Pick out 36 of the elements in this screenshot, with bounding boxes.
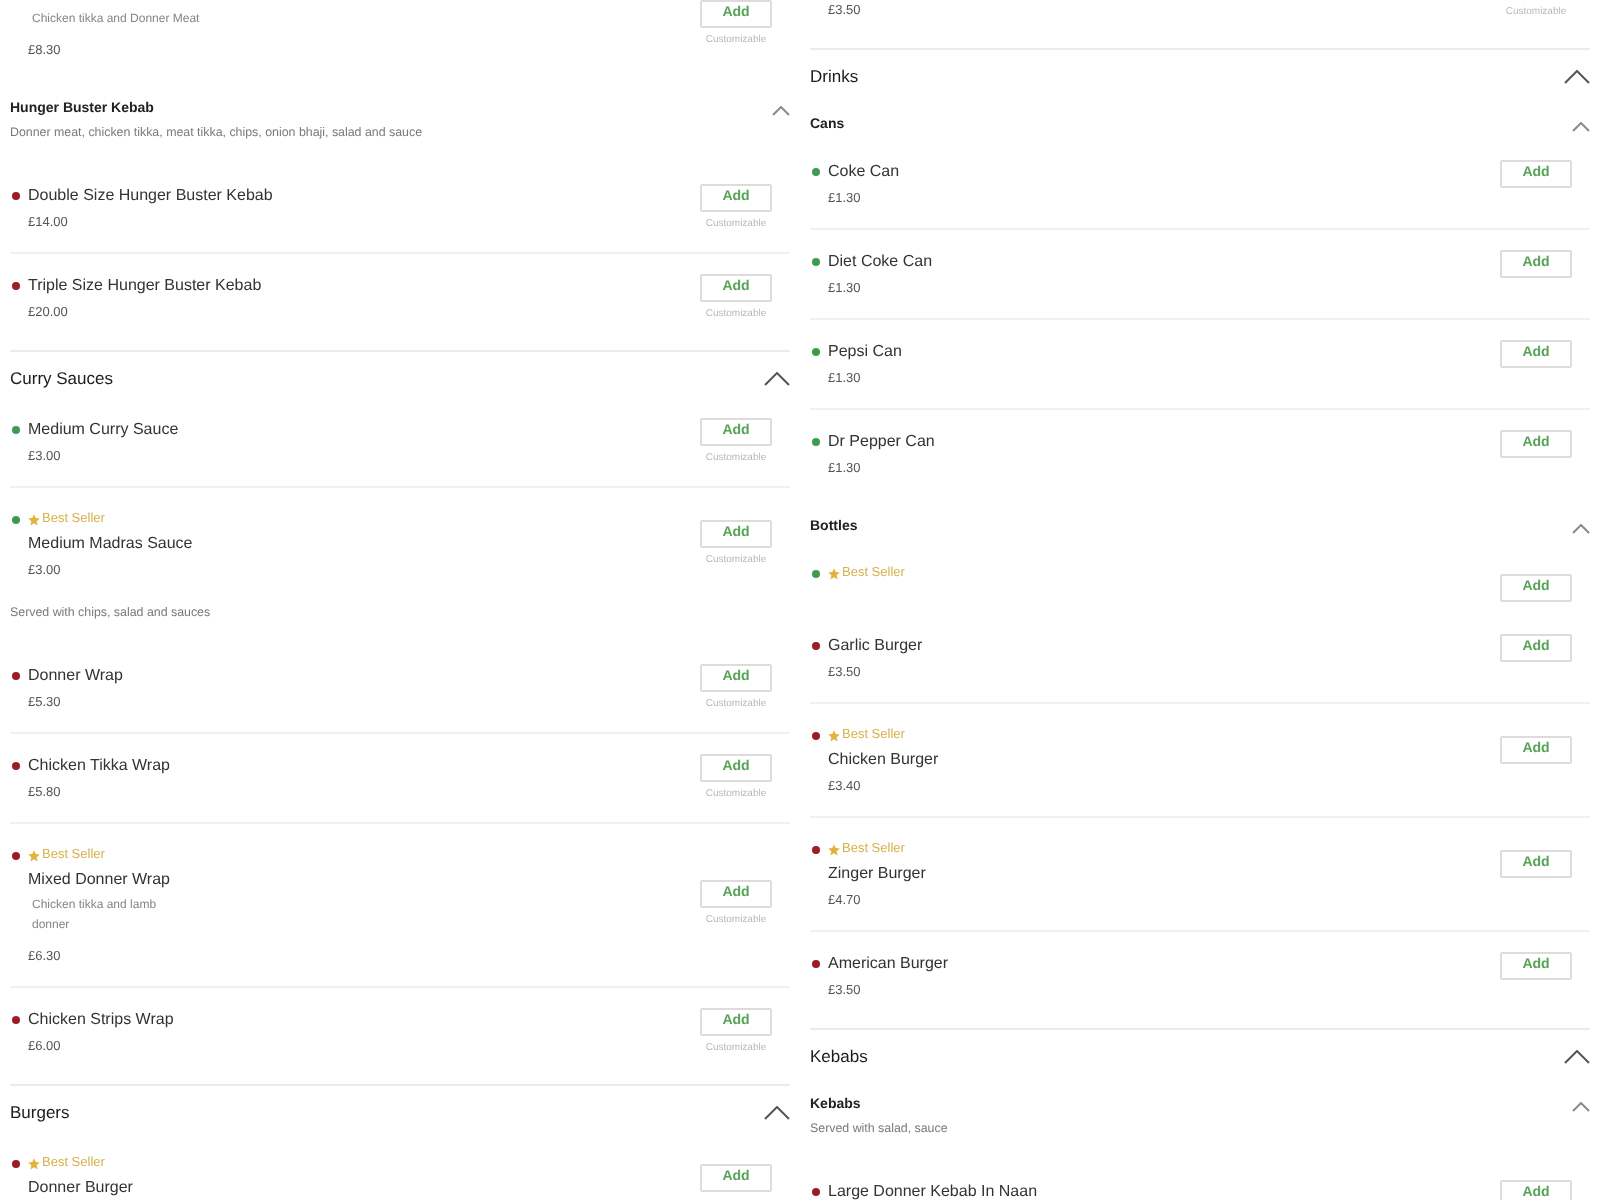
- item-name: Zinger Burger: [828, 862, 926, 886]
- item-name: American Burger: [828, 952, 949, 976]
- item-name: Donner Wrap: [28, 664, 123, 688]
- item-name: Pepsi Can: [828, 340, 902, 364]
- item-name: Garlic Burger: [828, 634, 923, 658]
- chevron-up-icon[interactable]: [764, 371, 790, 385]
- item-name: Coke Can: [828, 160, 900, 184]
- chevron-up-icon[interactable]: [1564, 1049, 1590, 1063]
- item-name: Chicken Burger: [828, 748, 939, 772]
- star-icon: [28, 514, 40, 526]
- section-title: Curry Sauces: [10, 366, 113, 390]
- item-name: Dr Pepper Can: [828, 430, 935, 454]
- chevron-up-icon[interactable]: [1564, 69, 1590, 83]
- section-title: Burgers: [10, 1100, 70, 1124]
- star-icon: [828, 844, 840, 856]
- chevron-up-icon[interactable]: [1572, 1101, 1590, 1111]
- item-name: Triple Size Hunger Buster Kebab: [28, 274, 262, 298]
- star-icon: [28, 1158, 40, 1170]
- chevron-up-icon[interactable]: [1572, 523, 1590, 533]
- section-title: Kebabs: [810, 1044, 868, 1068]
- chevron-up-icon[interactable]: [764, 1105, 790, 1119]
- item-name: Diet Coke Can: [828, 250, 933, 274]
- item-name: Chicken Tikka Wrap: [28, 754, 170, 778]
- section-title: Drinks: [810, 64, 859, 88]
- item-name: Medium Curry Sauce: [28, 418, 179, 442]
- item-name: Mixed Donner Wrap: [28, 868, 170, 892]
- star-icon: [828, 568, 840, 580]
- item-name: Donner Burger: [28, 1176, 133, 1200]
- item-name: Double Size Hunger Buster Kebab: [28, 184, 273, 208]
- star-icon: [828, 730, 840, 742]
- star-icon: [28, 850, 40, 862]
- chevron-up-icon[interactable]: [1572, 121, 1590, 131]
- item-name: Large Donner Kebab In Naan: [828, 1180, 1038, 1200]
- chevron-up-icon[interactable]: [772, 105, 790, 115]
- item-name: Medium Madras Sauce: [28, 532, 193, 556]
- item-name: Chicken Strips Wrap: [28, 1008, 174, 1032]
